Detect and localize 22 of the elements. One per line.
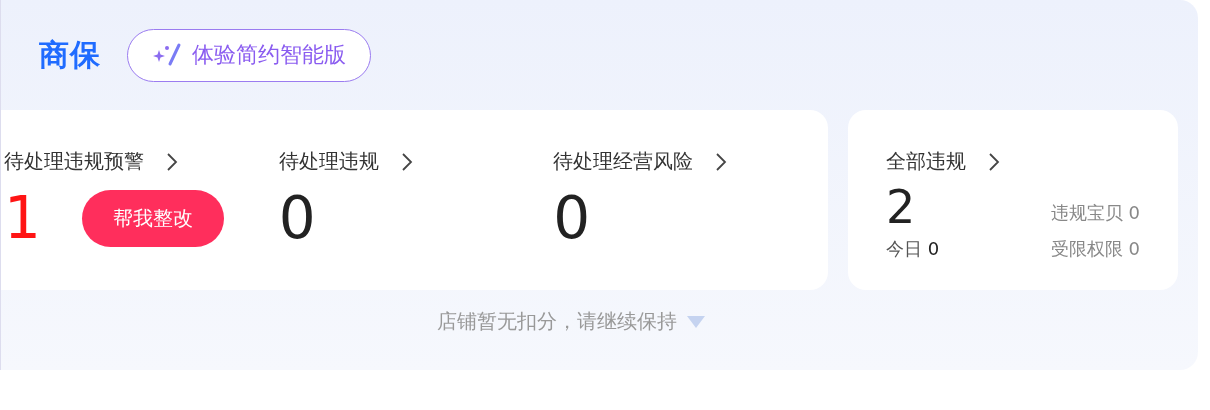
metric-label[interactable]: 待处理经营风险 [553, 148, 694, 175]
chevron-right-icon [715, 151, 728, 172]
summary-label[interactable]: 全部违规 [886, 148, 966, 175]
metric-label[interactable]: 待处理违规 [278, 148, 379, 175]
caret-down-icon[interactable] [687, 314, 705, 329]
stat-text: 受限权限 0 [1050, 237, 1140, 262]
summary-value: 2 [886, 183, 917, 232]
metric-value: 0 [553, 189, 592, 247]
stat-text: 违规宝贝 0 [1050, 201, 1140, 226]
sparkle-wand-icon [152, 42, 182, 68]
metric-label[interactable]: 待处理违规预警 [4, 148, 144, 175]
footer-text: 店铺暂无扣分，请继续保持 [437, 308, 677, 335]
today-value: 0 [927, 238, 940, 260]
today-label: 今日 [886, 238, 922, 260]
chevron-right-icon [400, 151, 413, 172]
brand-title: 商保 [39, 35, 101, 74]
metric-value: 0 [278, 189, 317, 247]
mode-switch-button[interactable]: 体验简约智能版 [127, 28, 371, 82]
fix-button[interactable]: 帮我整改 [82, 189, 224, 247]
chevron-right-icon [988, 151, 1000, 172]
chevron-right-icon [166, 151, 178, 172]
metric-value: 1 [4, 189, 42, 247]
